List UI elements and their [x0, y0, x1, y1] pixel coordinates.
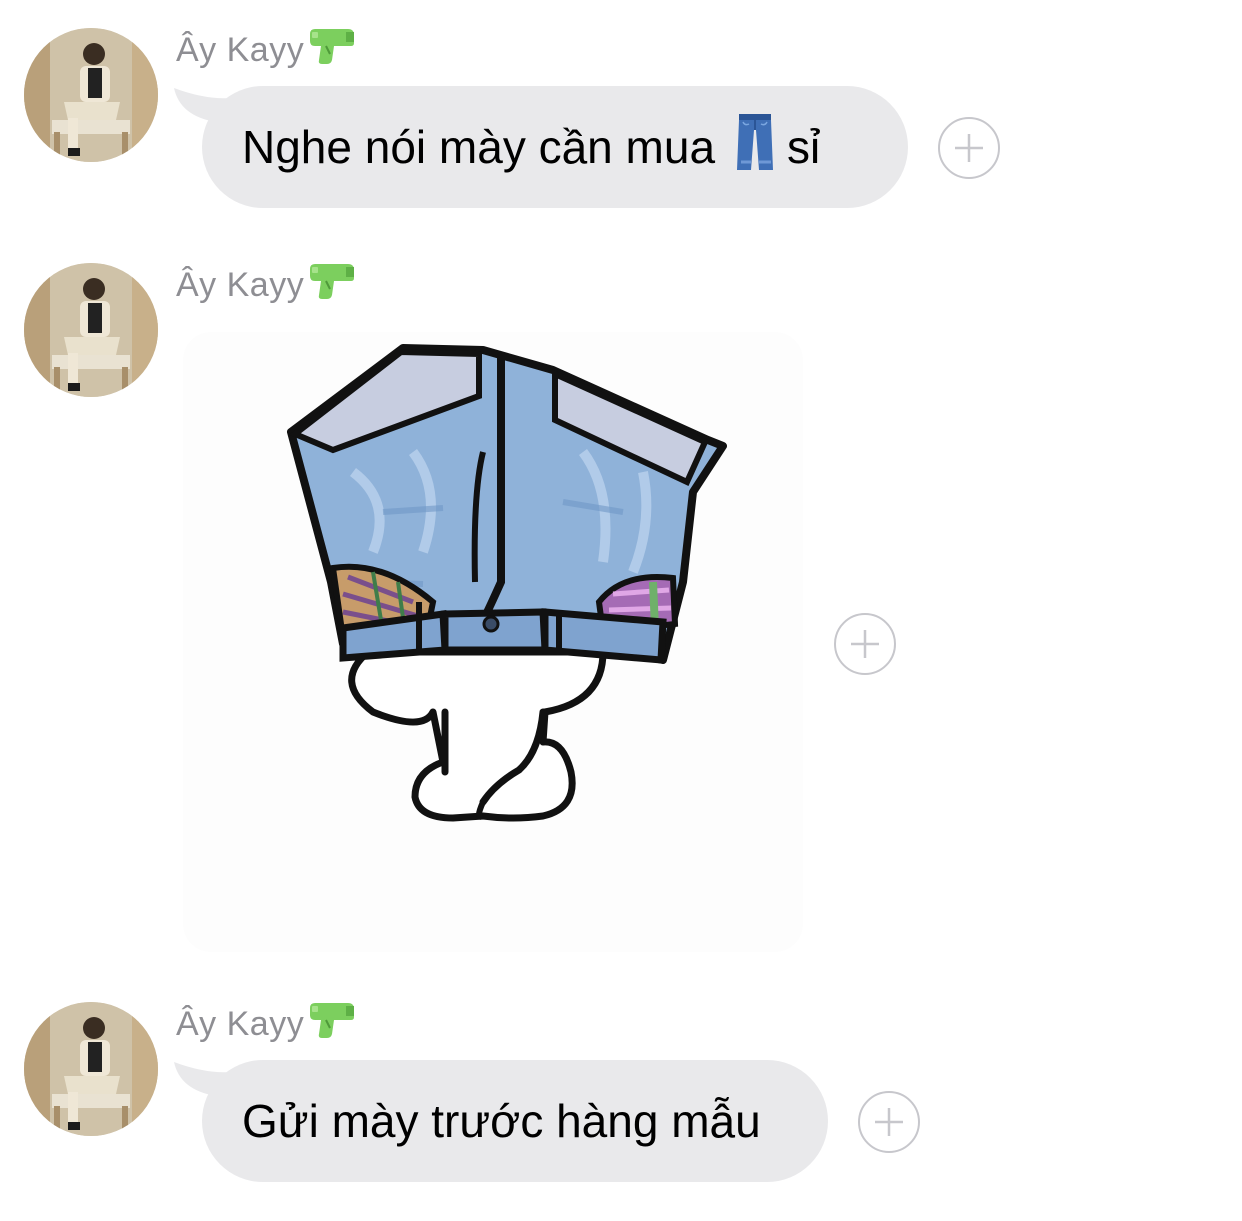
- sender-name-text: Ây Kayy: [176, 30, 305, 69]
- message-text: Nghe nói mày cần mua: [242, 121, 716, 173]
- add-reaction-button[interactable]: [938, 117, 1000, 179]
- image-message[interactable]: [183, 332, 803, 952]
- plus-icon: [875, 1108, 903, 1136]
- avatar[interactable]: [24, 263, 158, 397]
- plus-icon: [851, 630, 879, 658]
- sender-name: Ây Kayy: [176, 263, 356, 307]
- message-text: Gửi mày trước hàng mẫu: [242, 1095, 761, 1147]
- jeans-sticker: [287, 344, 727, 822]
- sender-name-text: Ây Kayy: [176, 1004, 305, 1043]
- sender-name: Ây Kayy: [176, 28, 356, 72]
- sender-name-text: Ây Kayy: [176, 265, 305, 304]
- chat-thread: Ây Kayy Nghe nói mày cần mua sỉ Ây Kayy …: [0, 0, 1242, 1221]
- water-pistol-icon: [308, 261, 356, 310]
- sender-name: Ây Kayy: [176, 1002, 356, 1046]
- jeans-icon: [735, 112, 775, 183]
- message-text-suffix: sỉ: [787, 121, 821, 173]
- water-pistol-icon: [308, 1000, 356, 1049]
- avatar[interactable]: [24, 1002, 158, 1136]
- plus-icon: [955, 134, 983, 162]
- water-pistol-icon: [308, 26, 356, 75]
- add-reaction-button[interactable]: [834, 613, 896, 675]
- avatar[interactable]: [24, 28, 158, 162]
- message-bubble[interactable]: Nghe nói mày cần mua sỉ: [202, 86, 908, 208]
- add-reaction-button[interactable]: [858, 1091, 920, 1153]
- message-bubble[interactable]: Gửi mày trước hàng mẫu: [202, 1060, 828, 1182]
